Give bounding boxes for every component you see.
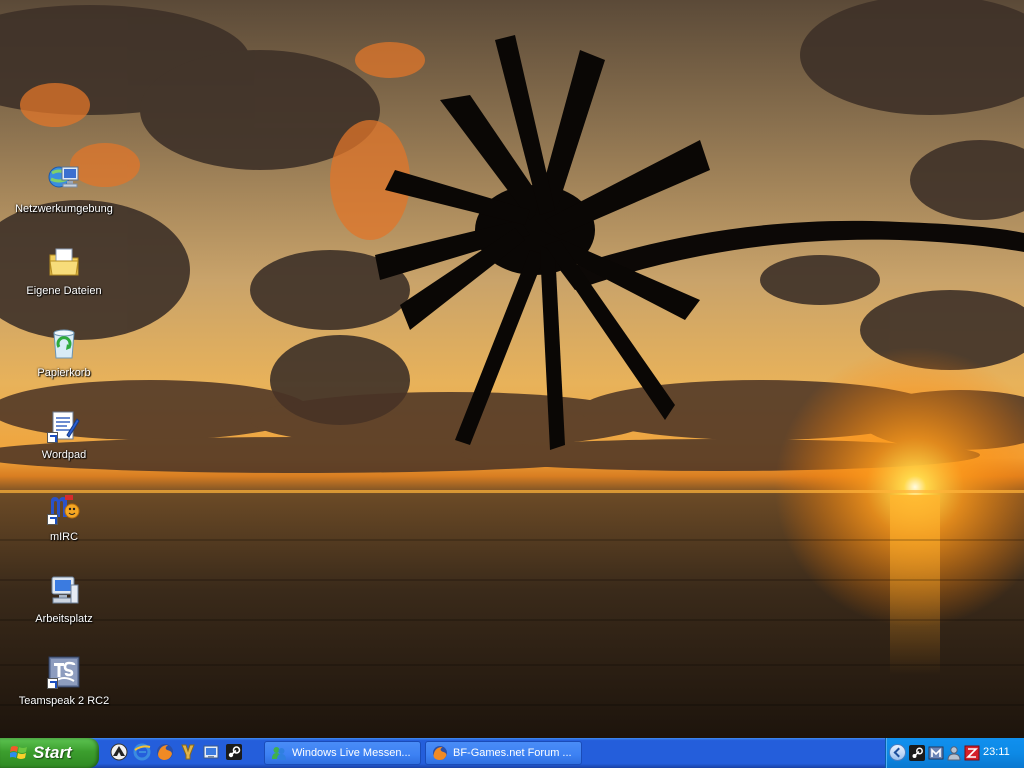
shortcut-arrow-icon xyxy=(47,514,58,525)
start-button[interactable]: Start xyxy=(0,738,99,768)
clock[interactable]: 23:11 xyxy=(983,746,1010,758)
steam-icon[interactable] xyxy=(225,743,243,761)
desktop-icon-label: Papierkorb xyxy=(37,367,91,379)
desktop-icon-label: Wordpad xyxy=(41,449,87,461)
mirc-icon xyxy=(47,491,81,525)
messenger-icon xyxy=(272,747,286,760)
desktop-icon-label: Arbeitsplatz xyxy=(35,613,93,625)
start-label: Start xyxy=(33,743,72,762)
network-tray-icon[interactable] xyxy=(928,745,944,761)
system-tray: 23:11 xyxy=(885,738,1024,768)
tool-icon[interactable] xyxy=(179,743,197,761)
desktop-icon-network-places[interactable]: Netzwerkumgebung xyxy=(14,163,114,216)
task-button-label: Windows Live Messen... xyxy=(292,747,411,759)
recycle-bin-icon xyxy=(47,327,81,361)
shortcut-arrow-icon xyxy=(47,678,58,689)
task-button-label: BF-Games.net Forum ... xyxy=(453,747,572,759)
firefox-icon[interactable] xyxy=(156,743,174,761)
steam-tray-icon[interactable] xyxy=(909,745,925,761)
sunset-wallpaper-graphic xyxy=(0,0,1024,706)
desktop-icon-label: mIRC xyxy=(49,531,79,543)
shortcut-arrow-icon xyxy=(47,432,58,443)
desktop-icon-mirc[interactable]: mIRC xyxy=(14,491,114,544)
network-places-icon xyxy=(47,163,81,197)
desktop-icon-teamspeak[interactable]: Teamspeak 2 RC2 xyxy=(14,655,114,708)
teamspeak-icon xyxy=(47,655,81,689)
my-computer-icon xyxy=(47,573,81,607)
show-desktop-icon[interactable] xyxy=(202,743,220,761)
desktop-icon-label: Netzwerkumgebung xyxy=(15,203,113,215)
windows-logo-icon xyxy=(10,746,27,759)
desktop-icon-recycle-bin[interactable]: Papierkorb xyxy=(14,327,114,380)
show-hidden-icons-chevron-icon[interactable] xyxy=(889,744,906,761)
firefox-icon xyxy=(433,746,447,760)
desktop-icon-label: Teamspeak 2 RC2 xyxy=(18,695,110,707)
desktop-icon-my-computer[interactable]: Arbeitsplatz xyxy=(14,573,114,626)
desktop-icon-wordpad[interactable]: Wordpad xyxy=(14,409,114,462)
wordpad-icon xyxy=(47,409,81,443)
winamp-icon[interactable] xyxy=(110,743,128,761)
user-tray-icon[interactable] xyxy=(946,745,962,761)
task-button-firefox-forum[interactable]: BF-Games.net Forum ... xyxy=(425,741,582,765)
desktop-wallpaper: Netzwerkumgebung Eigene Dateien Papierko… xyxy=(0,0,1024,738)
desktop-icon-my-documents[interactable]: Eigene Dateien xyxy=(14,245,114,298)
taskbar: Start Windows Live Messen... BF-Games.ne… xyxy=(0,738,1024,768)
desktop-icon-label: Eigene Dateien xyxy=(26,285,102,297)
my-documents-icon xyxy=(47,245,81,279)
security-tray-icon[interactable] xyxy=(964,745,980,761)
ie-icon[interactable] xyxy=(133,743,151,761)
task-button-messenger[interactable]: Windows Live Messen... xyxy=(264,741,421,765)
